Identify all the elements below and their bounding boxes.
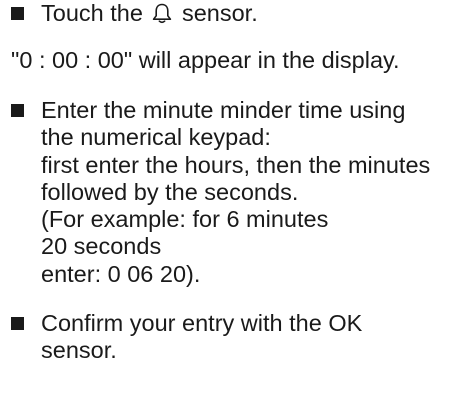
bell-icon xyxy=(153,3,172,24)
step-text-before-icon: Touch the xyxy=(41,0,143,26)
step-line: enter: 0 06 20). xyxy=(41,260,201,287)
step-line: 20 seconds xyxy=(41,233,162,260)
step-text: Enter the minute minder time using the n… xyxy=(41,97,430,288)
step-line: first enter the hours, then the minutes xyxy=(41,151,431,178)
display-note: "0 : 00 : 00" will appear in the display… xyxy=(11,47,400,73)
step-line: (For example: for 6 minutes xyxy=(41,206,329,233)
bullet-square-icon xyxy=(11,317,24,330)
step-text: Confirm your entry with the OK sensor. xyxy=(41,310,362,365)
step-line: Confirm your entry with the OK xyxy=(41,310,363,336)
step-line: followed by the seconds. xyxy=(41,178,299,205)
bullet-square-icon xyxy=(11,7,24,20)
bullet-square-icon xyxy=(11,104,24,117)
instruction-document: Touch the sensor. "0 : 00 : 00" will app… xyxy=(0,0,474,396)
step-text-after-icon: sensor. xyxy=(181,0,258,26)
step-text: Touch the sensor. xyxy=(41,0,258,27)
step-line: Enter the minute minder time using xyxy=(41,97,406,123)
step-line: sensor. xyxy=(41,337,117,364)
step-line: the numerical keypad: xyxy=(41,124,271,151)
